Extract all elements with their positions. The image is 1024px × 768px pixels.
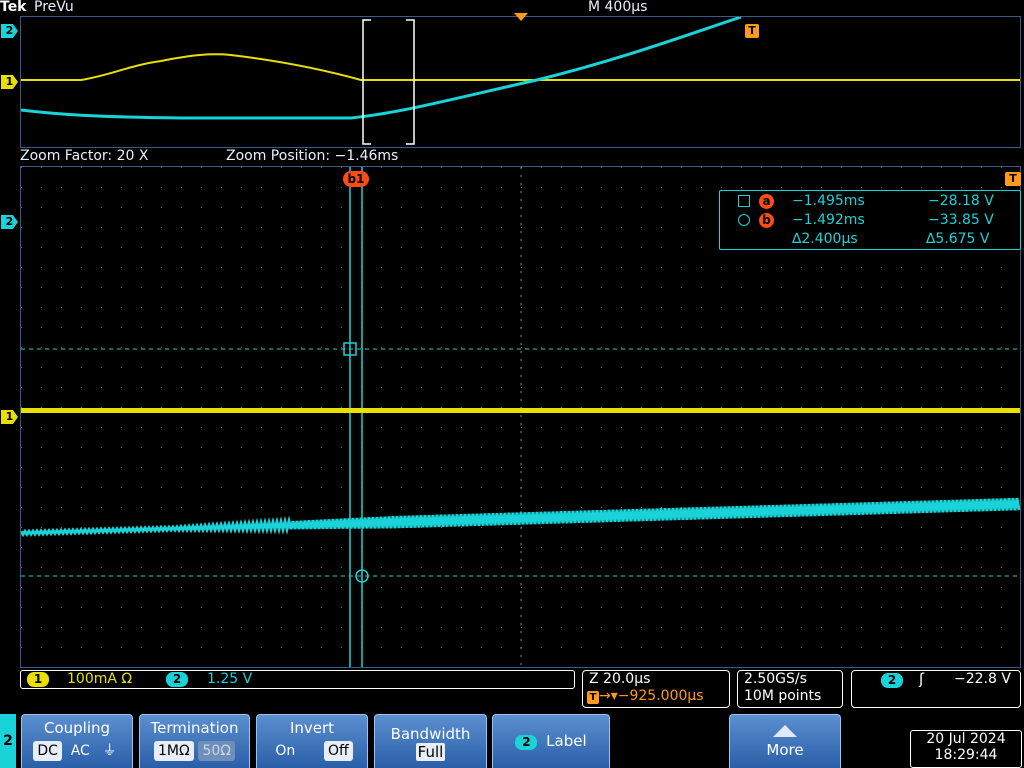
ch1-offset-marker[interactable]: 1 xyxy=(1,410,18,424)
invert-on[interactable]: On xyxy=(271,741,299,761)
time: 18:29:44 xyxy=(934,747,998,763)
acquisition-mode: PreVu xyxy=(34,0,74,15)
ch2-offset-marker[interactable]: 2 xyxy=(1,215,18,229)
cursor-a-time: −1.495ms xyxy=(792,193,865,209)
coupling-title: Coupling xyxy=(43,719,111,737)
trigger-t-icon: T xyxy=(587,691,599,704)
termination-button[interactable]: Termination 1MΩ 50Ω xyxy=(139,714,250,768)
zoom-window-bracket xyxy=(362,19,415,145)
status-bar: Tek PreVu M 400µs xyxy=(0,0,1024,16)
cursor-a-volt: −28.18 V xyxy=(928,193,994,209)
cursor-a-row: a −1.495ms −28.18 V xyxy=(720,193,1020,211)
channel-scale-bar[interactable]: 1 100mA Ω 2 1.25 V xyxy=(20,670,575,689)
coupling-ac[interactable]: AC xyxy=(67,741,94,761)
zoom-factor-readout: Zoom Factor: 20 X xyxy=(20,148,149,164)
cursor-b-time: −1.492ms xyxy=(792,212,865,228)
cursor-b-badge: b xyxy=(759,213,774,228)
trigger-readout[interactable]: 2 ʃ −22.8 V xyxy=(851,670,1021,708)
cursor-delta-time: ∆2.400µs xyxy=(792,231,858,247)
ch1-zoom-trace xyxy=(21,408,1020,413)
trigger-level: −22.8 V xyxy=(954,671,1011,687)
more-button[interactable]: More xyxy=(729,714,841,768)
zoom-scale: Z 20.0µs xyxy=(589,671,651,687)
bandwidth-title: Bandwidth xyxy=(390,725,471,743)
more-title: More xyxy=(766,741,804,759)
horizontal-readout[interactable]: Z 20.0µs T →▾−925.000µs xyxy=(582,670,730,708)
brand-logo: Tek xyxy=(0,0,27,15)
invert-title: Invert xyxy=(289,719,335,737)
invert-off[interactable]: Off xyxy=(324,741,353,761)
cursor-a-square-icon xyxy=(738,195,750,207)
cursor-readout: a −1.495ms −28.18 V b −1.492ms −33.85 V … xyxy=(719,190,1021,250)
ch2-tag: 2 xyxy=(166,672,188,687)
coupling-dc[interactable]: DC xyxy=(33,741,62,761)
label-title: Label xyxy=(546,732,587,750)
bandwidth-button[interactable]: Bandwidth Full xyxy=(374,714,487,768)
overview-trigger-marker: T xyxy=(745,24,759,38)
coupling-button[interactable]: Coupling DC AC ⏚ xyxy=(21,714,133,768)
channel-menu-indicator: 2 xyxy=(0,714,16,768)
cursor-b-row: b −1.492ms −33.85 V xyxy=(720,212,1020,230)
ch1-overview-marker[interactable]: 1 xyxy=(1,75,18,89)
up-arrow-icon xyxy=(773,725,797,737)
sample-rate: 2.50GS/s xyxy=(744,671,807,687)
timebase-readout: M 400µs xyxy=(588,0,648,15)
coupling-ground-icon[interactable]: ⏚ xyxy=(99,741,121,761)
ch1-overview-trace xyxy=(21,53,1020,81)
zoom-position-readout: Zoom Position: −1.46ms xyxy=(226,148,399,164)
ch1-tag: 1 xyxy=(27,672,49,687)
label-channel-tag: 2 xyxy=(515,735,538,750)
overview-waveform[interactable] xyxy=(20,16,1021,148)
label-button[interactable]: 2 Label xyxy=(492,714,610,768)
trigger-source-tag: 2 xyxy=(881,673,903,688)
invert-button[interactable]: Invert On Off xyxy=(256,714,368,768)
cursor-delta-row: ∆2.400µs ∆5.675 V xyxy=(720,231,1020,249)
acquisition-readout[interactable]: 2.50GS/s 10M points xyxy=(737,670,843,708)
cursor-b-marker[interactable]: b1 xyxy=(343,171,369,187)
overview-trace-area xyxy=(21,17,1020,145)
cursor-b-circle-icon xyxy=(738,214,750,226)
cursor-delta-volt: ∆5.675 V xyxy=(926,231,990,247)
cursor-b-volt: −33.85 V xyxy=(928,212,994,228)
bandwidth-value: Full xyxy=(415,743,446,761)
ch1-scale: 100mA Ω xyxy=(67,671,133,687)
date-time: 20 Jul 2024 18:29:44 xyxy=(910,730,1022,768)
record-length: 10M points xyxy=(744,688,822,704)
ch2-overview-marker[interactable]: 2 xyxy=(1,24,18,38)
trigger-position-icon xyxy=(514,13,528,21)
termination-50ohm: 50Ω xyxy=(198,741,235,761)
trigger-position-readout: T →▾−925.000µs xyxy=(583,688,729,705)
date: 20 Jul 2024 xyxy=(926,731,1006,747)
cursor-a-badge: a xyxy=(759,194,774,209)
trigger-marker: T xyxy=(1005,172,1021,186)
ch2-scale: 1.25 V xyxy=(207,671,253,687)
termination-1mohm[interactable]: 1MΩ xyxy=(154,741,194,761)
termination-title: Termination xyxy=(150,719,239,737)
trigger-slope-icon: ʃ xyxy=(919,670,925,688)
